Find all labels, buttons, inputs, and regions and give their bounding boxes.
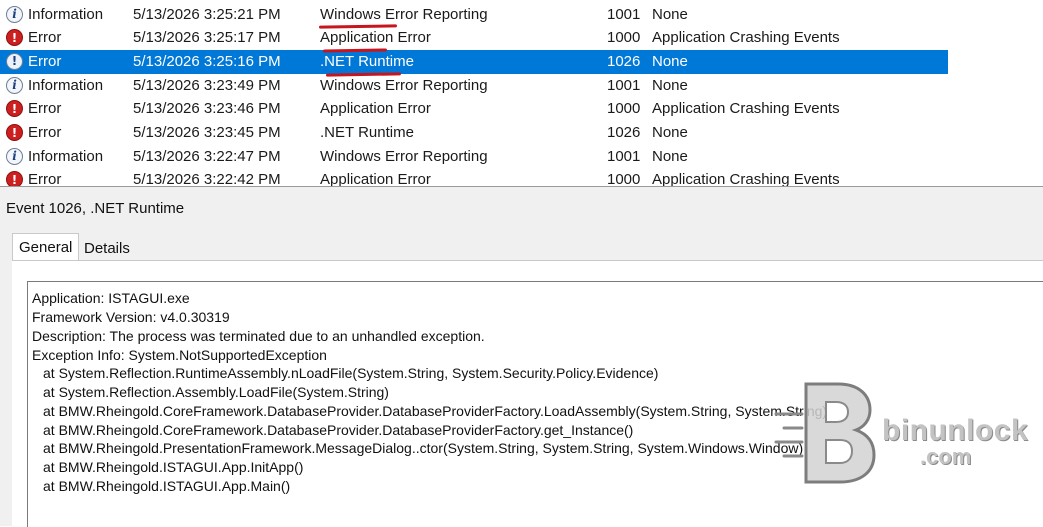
description-line: Application: ISTAGUI.exe xyxy=(32,290,190,306)
event-level: Error xyxy=(28,124,62,141)
watermark-text: binunlock xyxy=(882,414,1029,447)
error-icon: ! xyxy=(6,171,23,186)
event-date: 5/13/2026 3:25:16 PM xyxy=(133,52,281,70)
event-date: 5/13/2026 3:22:47 PM xyxy=(133,147,281,165)
event-level: Information xyxy=(28,76,104,94)
information-icon: i xyxy=(6,5,23,23)
event-task: None xyxy=(652,52,688,70)
description-line: Description: The process was terminated … xyxy=(32,328,485,344)
event-source: Windows Error Reporting xyxy=(320,147,488,165)
event-row[interactable]: ! Error 5/13/2026 3:22:42 PM Application… xyxy=(0,168,948,186)
event-row[interactable]: i Information 5/13/2026 3:22:47 PM Windo… xyxy=(0,145,948,169)
information-icon: i xyxy=(6,147,23,165)
event-row[interactable]: ! Error 5/13/2026 3:23:46 PM Application… xyxy=(0,97,948,121)
stack-trace-line: at System.Reflection.Assembly.LoadFile(S… xyxy=(43,384,389,400)
event-row[interactable]: i Information 5/13/2026 3:23:49 PM Windo… xyxy=(0,74,948,98)
stack-trace-line: at System.Reflection.RuntimeAssembly.nLo… xyxy=(43,365,659,381)
event-list: i Information 5/13/2026 3:25:21 PM Windo… xyxy=(0,0,1043,186)
tab-details[interactable]: Details xyxy=(78,235,136,263)
stack-trace-line: at BMW.Rheingold.ISTAGUI.App.InitApp() xyxy=(43,459,304,475)
event-id: 1026 xyxy=(607,52,641,70)
event-date: 5/13/2026 3:23:46 PM xyxy=(133,100,281,118)
event-level: Error xyxy=(28,100,62,118)
event-row[interactable]: i Information 5/13/2026 3:25:21 PM Windo… xyxy=(0,3,948,27)
event-level: Information xyxy=(28,147,104,165)
details-pane-header: Event 1026, .NET Runtime xyxy=(0,186,1043,228)
event-level: Error xyxy=(28,52,62,70)
event-row[interactable]: ! Error 5/13/2026 3:25:17 PM Application… xyxy=(0,26,948,50)
event-task: Application Crashing Events xyxy=(652,171,840,186)
event-level: Error xyxy=(28,171,62,186)
event-source: Application Error xyxy=(320,100,431,118)
event-source: .NET Runtime xyxy=(320,124,414,141)
stack-trace-line: at BMW.Rheingold.CoreFramework.DatabaseP… xyxy=(43,403,828,419)
binunlock-watermark: binunlock .com xyxy=(772,378,1034,486)
event-source: .NET Runtime xyxy=(320,52,414,70)
event-source: Windows Error Reporting xyxy=(320,5,488,23)
event-task: None xyxy=(652,124,688,141)
event-date: 5/13/2026 3:25:17 PM xyxy=(133,29,281,47)
stack-trace-line: at BMW.Rheingold.CoreFramework.DatabaseP… xyxy=(43,422,634,438)
error-icon: ! xyxy=(6,29,23,47)
event-id: 1000 xyxy=(607,100,641,118)
error-icon: ! xyxy=(6,52,23,70)
event-task: Application Crashing Events xyxy=(652,100,840,118)
event-id: 1001 xyxy=(607,76,641,94)
description-line: Framework Version: v4.0.30319 xyxy=(32,309,230,325)
stack-trace-line: at BMW.Rheingold.PresentationFramework.M… xyxy=(43,440,804,456)
event-task: None xyxy=(652,147,688,165)
details-title: Event 1026, .NET Runtime xyxy=(6,200,185,217)
event-row-selected[interactable]: ! Error 5/13/2026 3:25:16 PM .NET Runtim… xyxy=(0,49,948,74)
information-icon: i xyxy=(6,76,23,94)
event-task: None xyxy=(652,76,688,94)
error-icon: ! xyxy=(6,100,23,118)
event-id: 1000 xyxy=(607,171,641,186)
event-level: Error xyxy=(28,29,62,47)
event-date: 5/13/2026 3:22:42 PM xyxy=(133,171,281,186)
event-task: None xyxy=(652,5,688,23)
event-task: Application Crashing Events xyxy=(652,29,840,47)
event-source: Windows Error Reporting xyxy=(320,76,488,94)
stack-trace-line: at BMW.Rheingold.ISTAGUI.App.Main() xyxy=(43,478,291,494)
event-source: Application Error xyxy=(320,29,431,47)
event-id: 1026 xyxy=(607,124,641,141)
error-icon: ! xyxy=(6,124,23,141)
event-id: 1000 xyxy=(607,29,641,47)
event-source: Application Error xyxy=(320,171,431,186)
event-level: Information xyxy=(28,5,104,23)
event-date: 5/13/2026 3:23:45 PM xyxy=(133,124,281,141)
description-line: Exception Info: System.NotSupportedExcep… xyxy=(32,347,327,363)
watermark-domain: .com xyxy=(920,444,972,469)
event-row[interactable]: ! Error 5/13/2026 3:23:45 PM .NET Runtim… xyxy=(0,121,948,145)
event-date: 5/13/2026 3:25:21 PM xyxy=(133,5,281,23)
event-id: 1001 xyxy=(607,147,641,165)
event-id: 1001 xyxy=(607,5,641,23)
tab-general[interactable]: General xyxy=(12,233,80,261)
binunlock-logo-icon xyxy=(774,382,876,484)
event-date: 5/13/2026 3:23:49 PM xyxy=(133,76,281,94)
